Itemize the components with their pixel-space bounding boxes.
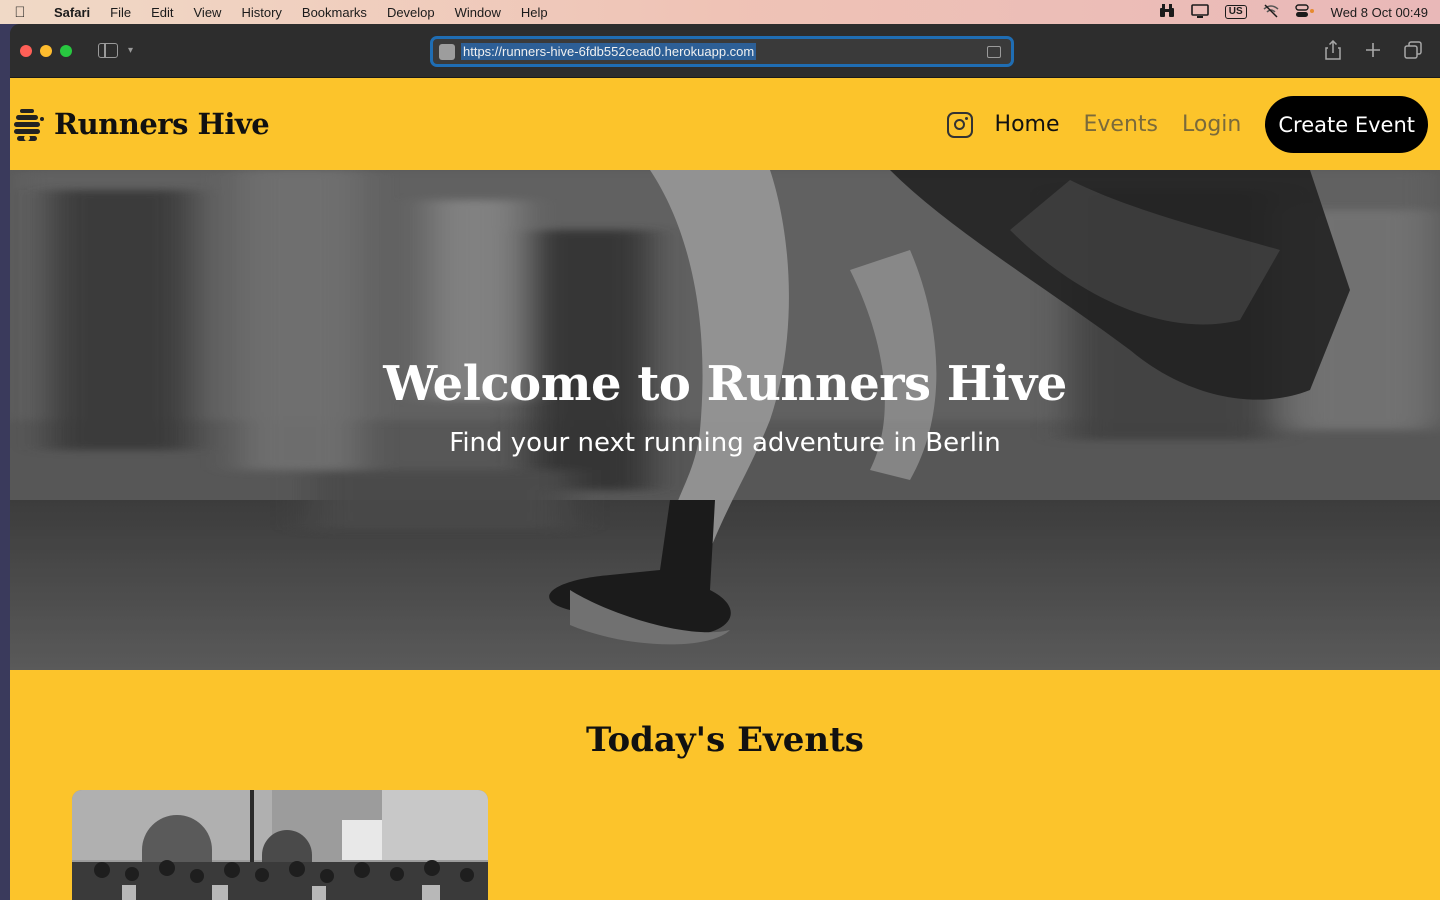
tab-overview-icon[interactable] — [1404, 40, 1422, 60]
menu-view[interactable]: View — [184, 5, 232, 20]
window-controls — [20, 44, 72, 57]
nav-events-link[interactable]: Events — [1084, 112, 1159, 137]
menu-file[interactable]: File — [100, 5, 141, 20]
minimize-window-button[interactable] — [40, 44, 52, 57]
binoculars-icon[interactable] — [1159, 3, 1175, 21]
status-area: US Wed 8 Oct 00:49 — [1159, 3, 1440, 21]
apple-menu-icon[interactable]:  — [0, 4, 40, 21]
menu-app-safari[interactable]: Safari — [40, 5, 100, 20]
nav-menu: Home Events Login Create Event — [946, 96, 1428, 153]
todays-events-heading: Today's Events — [586, 720, 864, 760]
nav-home-link[interactable]: Home — [995, 112, 1060, 137]
close-window-button[interactable] — [20, 44, 32, 57]
menubar-clock[interactable]: Wed 8 Oct 00:49 — [1331, 5, 1428, 20]
address-bar[interactable]: https://runners-hive-6fdb552cead0.heroku… — [430, 36, 1014, 67]
menu-history[interactable]: History — [231, 5, 291, 20]
menu-window[interactable]: Window — [445, 5, 511, 20]
brand-link[interactable]: Runners Hive — [12, 107, 270, 141]
menu-edit[interactable]: Edit — [141, 5, 183, 20]
web-page: Runners Hive Home Events Login Create Ev… — [10, 78, 1440, 900]
menu-bookmarks[interactable]: Bookmarks — [292, 5, 377, 20]
menu-help[interactable]: Help — [511, 5, 558, 20]
event-card-image — [72, 790, 488, 900]
site-favicon-icon — [439, 43, 455, 60]
keyboard-layout-badge[interactable]: US — [1224, 5, 1247, 19]
event-card[interactable] — [72, 790, 488, 900]
url-text[interactable]: https://runners-hive-6fdb552cead0.heroku… — [461, 43, 757, 60]
display-icon[interactable] — [1190, 3, 1209, 21]
macos-menu-bar:  Safari File Edit View History Bookmark… — [0, 0, 1440, 24]
hero-background-image — [10, 170, 1440, 670]
sidebar-toggle-icon[interactable] — [98, 43, 118, 58]
chevron-down-icon[interactable]: ▾ — [128, 45, 133, 56]
toolbar-actions — [1324, 40, 1422, 60]
create-event-button[interactable]: Create Event — [1265, 96, 1428, 153]
new-tab-icon[interactable] — [1364, 40, 1382, 60]
zoom-window-button[interactable] — [60, 44, 72, 57]
hero-subtitle: Find your next running adventure in Berl… — [449, 428, 1001, 458]
beehive-logo-icon — [12, 107, 46, 141]
hero-title: Welcome to Runners Hive — [383, 356, 1067, 412]
browser-toolbar: ▾ https://runners-hive-6fdb552cead0.hero… — [10, 24, 1440, 78]
hero-banner: Welcome to Runners Hive Find your next r… — [10, 170, 1440, 670]
menu-develop[interactable]: Develop — [377, 5, 445, 20]
nav-login-link[interactable]: Login — [1182, 112, 1241, 137]
reader-mode-icon[interactable] — [987, 45, 1001, 58]
safari-window: ▾ https://runners-hive-6fdb552cead0.hero… — [10, 24, 1440, 900]
site-navbar: Runners Hive Home Events Login Create Ev… — [10, 78, 1440, 170]
wifi-off-icon[interactable] — [1263, 3, 1279, 21]
control-center-icon[interactable] — [1294, 3, 1315, 21]
share-icon[interactable] — [1324, 40, 1342, 60]
instagram-icon[interactable] — [946, 111, 973, 138]
brand-name: Runners Hive — [54, 107, 270, 141]
